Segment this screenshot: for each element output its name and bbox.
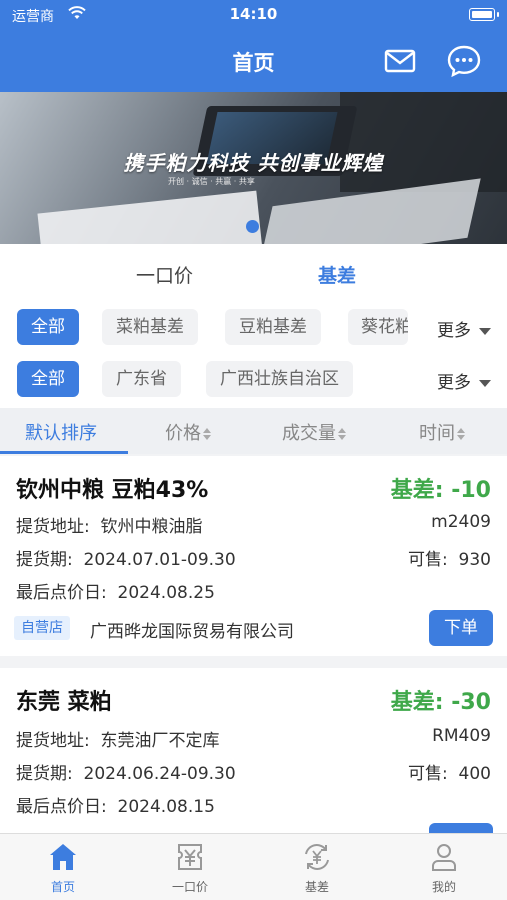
- order-button[interactable]: [429, 823, 493, 833]
- tab-basis[interactable]: 基差: [318, 261, 356, 288]
- listing-name: 东莞 菜粕: [16, 690, 112, 715]
- top-nav-bar: 首页: [0, 30, 507, 92]
- period-label: 提货期:: [16, 764, 73, 784]
- listing-last-price-date: 最后点价日: 2024.08.15: [16, 792, 215, 817]
- last-price-value: 2024.08.15: [117, 797, 215, 817]
- banner-paper-graphic: [37, 190, 263, 244]
- tab-home-label: 首页: [50, 880, 75, 894]
- banner-pager-dot[interactable]: [246, 220, 259, 233]
- tab-home[interactable]: 首页: [0, 834, 126, 900]
- sort-time[interactable]: 时间: [419, 419, 465, 445]
- listing-last-price-date: 最后点价日: 2024.08.25: [16, 578, 215, 603]
- chevron-down-icon: [479, 379, 491, 387]
- tab-profile[interactable]: 我的: [381, 834, 507, 900]
- listing-period: 提货期: 2024.07.01-09.30: [16, 545, 236, 570]
- tab-fixed-price[interactable]: 一口价: [136, 261, 193, 288]
- listing-card[interactable]: 东莞 菜粕 基差: -30 提货地址: 东莞油厂不定库 RM409 提货期: 2…: [0, 668, 507, 833]
- listing-basis: 基差: -10: [390, 478, 491, 503]
- last-price-value: 2024.08.25: [117, 583, 215, 603]
- listing-address: 提货地址: 钦州中粮油脂: [16, 512, 203, 537]
- sort-arrows-icon: [338, 427, 346, 441]
- last-price-label: 最后点价日:: [16, 583, 107, 603]
- promo-banner[interactable]: 携手粕力科技 共创事业辉煌 开创 · 诚信 · 共赢 · 共享: [0, 92, 507, 244]
- status-bar: 运营商 14:10: [0, 0, 507, 30]
- sort-active-underline: [0, 451, 128, 454]
- page-title: 首页: [232, 51, 275, 75]
- tab-basis-label: 基差: [304, 880, 329, 894]
- region-chip-all[interactable]: 全部: [17, 361, 79, 397]
- period-value: 2024.07.01-09.30: [83, 550, 236, 570]
- filter-panel: 全部 菜粕基差 豆粕基差 葵花粕 更多 全部 广东省 广西壮族自治区 更多: [0, 302, 507, 408]
- banner-subtext: 开创 · 诚信 · 共赢 · 共享: [168, 177, 255, 186]
- tab-basis-nav[interactable]: 基差: [254, 834, 380, 900]
- available-value: 930: [458, 550, 491, 570]
- variety-more-dropdown[interactable]: 更多: [437, 316, 491, 341]
- sort-price[interactable]: 价格: [165, 419, 211, 445]
- variety-chip-rapeseed-basis[interactable]: 菜粕基差: [102, 309, 198, 345]
- banner-shadow-graphic: [340, 92, 507, 192]
- price-ticket-icon: [178, 844, 202, 870]
- variety-chip-soybean-basis[interactable]: 豆粕基差: [225, 309, 321, 345]
- user-icon: [432, 844, 456, 871]
- chevron-down-icon: [479, 327, 491, 335]
- chat-icon[interactable]: [446, 43, 482, 79]
- mail-icon[interactable]: [383, 44, 417, 78]
- sort-volume[interactable]: 成交量: [282, 419, 346, 445]
- listing-period: 提货期: 2024.06.24-09.30: [16, 759, 236, 784]
- listing-available: 可售: 400: [408, 759, 491, 784]
- last-price-label: 最后点价日:: [16, 797, 107, 817]
- region-chip-guangdong[interactable]: 广东省: [102, 361, 181, 397]
- sort-default[interactable]: 默认排序: [25, 419, 97, 445]
- listing-contract: RM409: [432, 726, 491, 746]
- sort-arrows-icon: [203, 427, 211, 441]
- basis-exchange-icon: [305, 844, 329, 870]
- sort-bar: 默认排序 价格 成交量 时间: [0, 408, 507, 454]
- battery-icon: [469, 8, 499, 21]
- region-more-label: 更多: [437, 373, 471, 393]
- order-button[interactable]: 下单: [429, 610, 493, 646]
- listing-company[interactable]: 广西晔龙国际贸易有限公司: [90, 617, 294, 642]
- listing-basis: 基差: -30: [390, 690, 491, 715]
- address-value: 钦州中粮油脂: [100, 517, 203, 537]
- tab-fixed-price-label: 一口价: [171, 880, 208, 894]
- address-label: 提货地址:: [16, 517, 90, 537]
- region-chip-guangxi[interactable]: 广西壮族自治区: [206, 361, 353, 397]
- price-type-tabs: 一口价 基差: [0, 244, 507, 302]
- listing-name: 钦州中粮 豆粕43%: [16, 478, 209, 503]
- self-operated-badge: 自营店: [14, 616, 70, 640]
- available-value: 400: [458, 764, 491, 784]
- banner-slogan: 携手粕力科技 共创事业辉煌: [123, 151, 384, 175]
- clock-time: 14:10: [229, 5, 278, 23]
- tab-fixed-price-nav[interactable]: 一口价: [127, 834, 253, 900]
- address-value: 东莞油厂不定库: [100, 731, 220, 751]
- address-label: 提货地址:: [16, 731, 90, 751]
- variety-chip-all[interactable]: 全部: [17, 309, 79, 345]
- sort-time-label: 时间: [419, 423, 455, 444]
- period-label: 提货期:: [16, 550, 73, 570]
- available-label: 可售:: [408, 764, 448, 784]
- listing-available: 可售: 930: [408, 545, 491, 570]
- bottom-tab-bar: 首页 一口价 基差 我的: [0, 833, 507, 900]
- listing-address: 提货地址: 东莞油厂不定库: [16, 726, 220, 751]
- sort-price-label: 价格: [165, 423, 201, 444]
- tab-profile-label: 我的: [431, 880, 456, 894]
- variety-more-label: 更多: [437, 321, 471, 341]
- available-label: 可售:: [408, 550, 448, 570]
- period-value: 2024.06.24-09.30: [83, 764, 236, 784]
- home-icon: [50, 844, 76, 870]
- sort-arrows-icon: [457, 427, 465, 441]
- variety-chip-sunflower[interactable]: 葵花粕: [348, 309, 408, 345]
- listing-card[interactable]: 钦州中粮 豆粕43% 基差: -10 提货地址: 钦州中粮油脂 m2409 提货…: [0, 456, 507, 656]
- listing-contract: m2409: [431, 512, 491, 532]
- sort-volume-label: 成交量: [282, 423, 336, 444]
- region-more-dropdown[interactable]: 更多: [437, 368, 491, 393]
